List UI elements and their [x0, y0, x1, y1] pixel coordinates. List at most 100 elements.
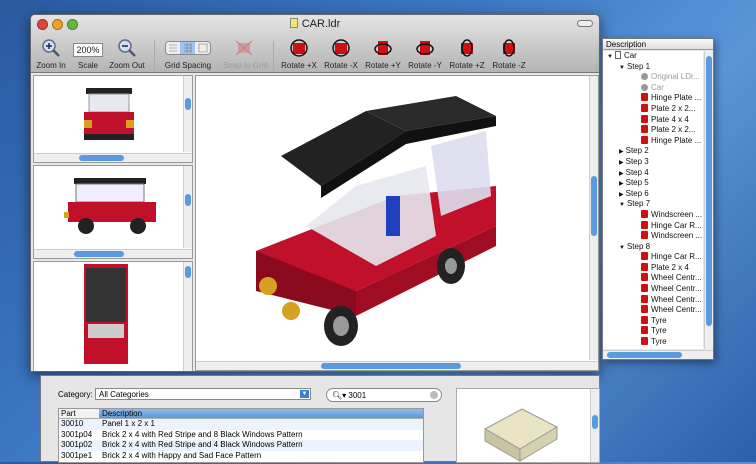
model-tree[interactable]: ▼ Car ▼ Step 1 Original LDr... Car Hinge Plate… — [603, 51, 703, 349]
description-column-header[interactable]: Description — [99, 409, 423, 418]
parts-browser: Category: All Categories ▼ 🔍︎▾ 3001 Part D… — [40, 375, 600, 463]
toolbar-separator — [154, 41, 155, 71]
table-row[interactable]: 3001p04 Brick 2 x 4 with Red Stripe and 8… — [59, 430, 423, 441]
rotate-plus-z-button[interactable]: Rotate +Z — [447, 37, 487, 70]
tree-row-label: Hinge Car R... — [651, 252, 702, 262]
disclosure-triangle-icon[interactable]: ▼ — [619, 202, 625, 208]
disclosure-triangle-icon[interactable]: ▶ — [619, 181, 624, 187]
disclosure-triangle-icon[interactable]: ▼ — [607, 54, 613, 60]
tree-row[interactable]: Windscreen ... — [603, 209, 703, 221]
tree-row[interactable]: Tyre — [603, 315, 703, 327]
magnifier-plus-icon — [42, 39, 60, 57]
top-view[interactable] — [33, 261, 193, 371]
table-row[interactable]: 30010 Panel 1 x 2 x 1 — [59, 419, 423, 430]
tree-row[interactable]: Car — [603, 83, 703, 94]
tree-row-label: Tyre — [651, 326, 667, 336]
table-row[interactable]: 3001p02 Brick 2 x 4 with Red Stripe and 4… — [59, 440, 423, 451]
search-icon: 🔍︎▾ — [332, 391, 349, 400]
tree-row-label: Step 4 — [625, 167, 649, 177]
category-label: Category: — [58, 390, 93, 399]
tree-row[interactable]: Plate 2 x 2... — [603, 103, 703, 115]
description-column-header[interactable]: Description — [603, 39, 713, 50]
tree-row[interactable]: Plate 2 x 4 — [603, 262, 703, 274]
title-bar: CAR.ldr Zoom In 200% Scale Zoom Out Grid… — [31, 15, 599, 73]
part-description: Brick 2 x 4 with Red Stripe and 4 Black … — [102, 440, 303, 449]
brick-icon — [641, 315, 648, 324]
tree-row[interactable]: ▶ Step 3 — [603, 157, 703, 168]
tree-row[interactable]: Wheel Centr... — [603, 273, 703, 284]
tree-row[interactable]: Hinge Plate ... — [603, 93, 703, 104]
snap-to-grid-button[interactable]: Snap to Grid — [223, 37, 268, 70]
rotate-minus-z-button[interactable]: Rotate -Z — [489, 37, 529, 70]
tree-row-label: Windscreen ... — [651, 231, 703, 241]
rotate-minus-x-label: Rotate -X — [324, 61, 358, 70]
document-icon — [614, 51, 621, 59]
tree-row[interactable]: Plate 4 x 4 — [603, 114, 703, 126]
tree-row[interactable]: ▼ Car — [603, 51, 703, 62]
grid-spacing-icon — [165, 41, 211, 55]
grid-spacing-label: Grid Spacing — [164, 61, 212, 70]
tree-row[interactable]: Tyre — [603, 337, 703, 348]
tree-row[interactable]: Hinge Car R... — [603, 252, 703, 263]
tree-row[interactable]: Plate 2 x 2... — [603, 125, 703, 136]
tree-row[interactable]: Tyre — [603, 326, 703, 337]
rotate-minus-y-label: Rotate -Y — [408, 61, 442, 70]
tree-row[interactable]: ▼ Step 7 — [603, 199, 703, 210]
part-search-input[interactable]: 🔍︎▾ 3001 — [326, 388, 442, 402]
tree-row-label: Plate 2 x 2... — [651, 103, 696, 113]
part-description: Panel 1 x 2 x 1 — [102, 419, 155, 428]
tree-row-label: Hinge Plate ... — [651, 135, 702, 145]
disclosure-triangle-icon[interactable]: ▼ — [619, 245, 625, 251]
rotate-plus-x-button[interactable]: Rotate +X — [279, 37, 319, 70]
tree-row[interactable]: Hinge Plate ... — [603, 135, 703, 147]
main-viewport[interactable] — [195, 75, 599, 371]
tree-row-label: Windscreen ... — [651, 209, 703, 219]
zoom-out-button[interactable]: Zoom Out — [107, 37, 147, 70]
part-number: 3001p04 — [61, 429, 93, 439]
tree-row-label: Car — [651, 82, 664, 92]
category-select[interactable]: All Categories ▼ — [95, 388, 311, 400]
rotate-minus-x-button[interactable]: Rotate -X — [321, 37, 361, 70]
side-view[interactable] — [33, 165, 193, 259]
tree-row[interactable]: ▼ Step 1 — [603, 62, 703, 73]
tree-row-label: Tyre — [651, 315, 667, 325]
tree-row-label: Wheel Centr... — [651, 273, 702, 283]
tree-row-label: Plate 2 x 2... — [651, 125, 696, 135]
tree-row[interactable]: ▶ Step 2 — [603, 146, 703, 157]
tree-row[interactable]: Wheel Centr... — [603, 294, 703, 306]
tree-row[interactable]: Windscreen ... — [603, 231, 703, 242]
tree-row[interactable]: Original LDr... — [603, 72, 703, 83]
toolbar-separator — [273, 41, 274, 71]
disclosure-triangle-icon[interactable]: ▶ — [619, 160, 624, 166]
rotate-minus-z-label: Rotate -Z — [492, 61, 526, 70]
window-title-text: CAR.ldr — [301, 18, 341, 30]
tree-row-label: Step 7 — [626, 199, 651, 209]
tree-row[interactable]: Wheel Centr... — [603, 284, 703, 295]
toolbar-toggle-button[interactable] — [577, 20, 593, 27]
tree-row[interactable]: Hinge Car R... — [603, 220, 703, 232]
tree-row[interactable]: Wheel Centr... — [603, 305, 703, 316]
scale-field[interactable]: 200% — [73, 43, 103, 57]
tree-row[interactable]: ▶ Step 5 — [603, 178, 703, 189]
table-row[interactable]: 3001pe1 Brick 2 x 4 with Happy and Sad Fa… — [59, 451, 423, 462]
disclosure-triangle-icon[interactable]: ▶ — [619, 192, 624, 198]
tree-row[interactable]: ▼ Step 8 — [603, 242, 703, 253]
grid-spacing-control[interactable]: Grid Spacing — [161, 37, 215, 70]
disclosure-triangle-icon[interactable]: ▼ — [619, 65, 625, 71]
part-column-header[interactable]: Part — [59, 409, 99, 418]
clear-search-icon[interactable] — [430, 391, 438, 399]
disclosure-triangle-icon[interactable]: ▶ — [619, 171, 624, 177]
search-value: 3001 — [348, 391, 367, 400]
zoom-in-button[interactable]: Zoom In — [35, 37, 67, 70]
brick-icon — [641, 209, 648, 218]
brick-icon — [641, 135, 648, 144]
rotate-minus-y-button[interactable]: Rotate -Y — [405, 37, 445, 70]
disclosure-triangle-icon[interactable]: ▶ — [619, 149, 624, 155]
rotate-plus-y-button[interactable]: Rotate +Y — [363, 37, 403, 70]
brick-icon — [641, 252, 648, 261]
snap-to-grid-icon — [235, 40, 253, 56]
tree-row[interactable]: ▶ Step 4 — [603, 168, 703, 179]
rotate-y-icon — [416, 41, 434, 55]
front-view[interactable] — [33, 75, 193, 163]
tree-row[interactable]: ▶ Step 6 — [603, 189, 703, 200]
